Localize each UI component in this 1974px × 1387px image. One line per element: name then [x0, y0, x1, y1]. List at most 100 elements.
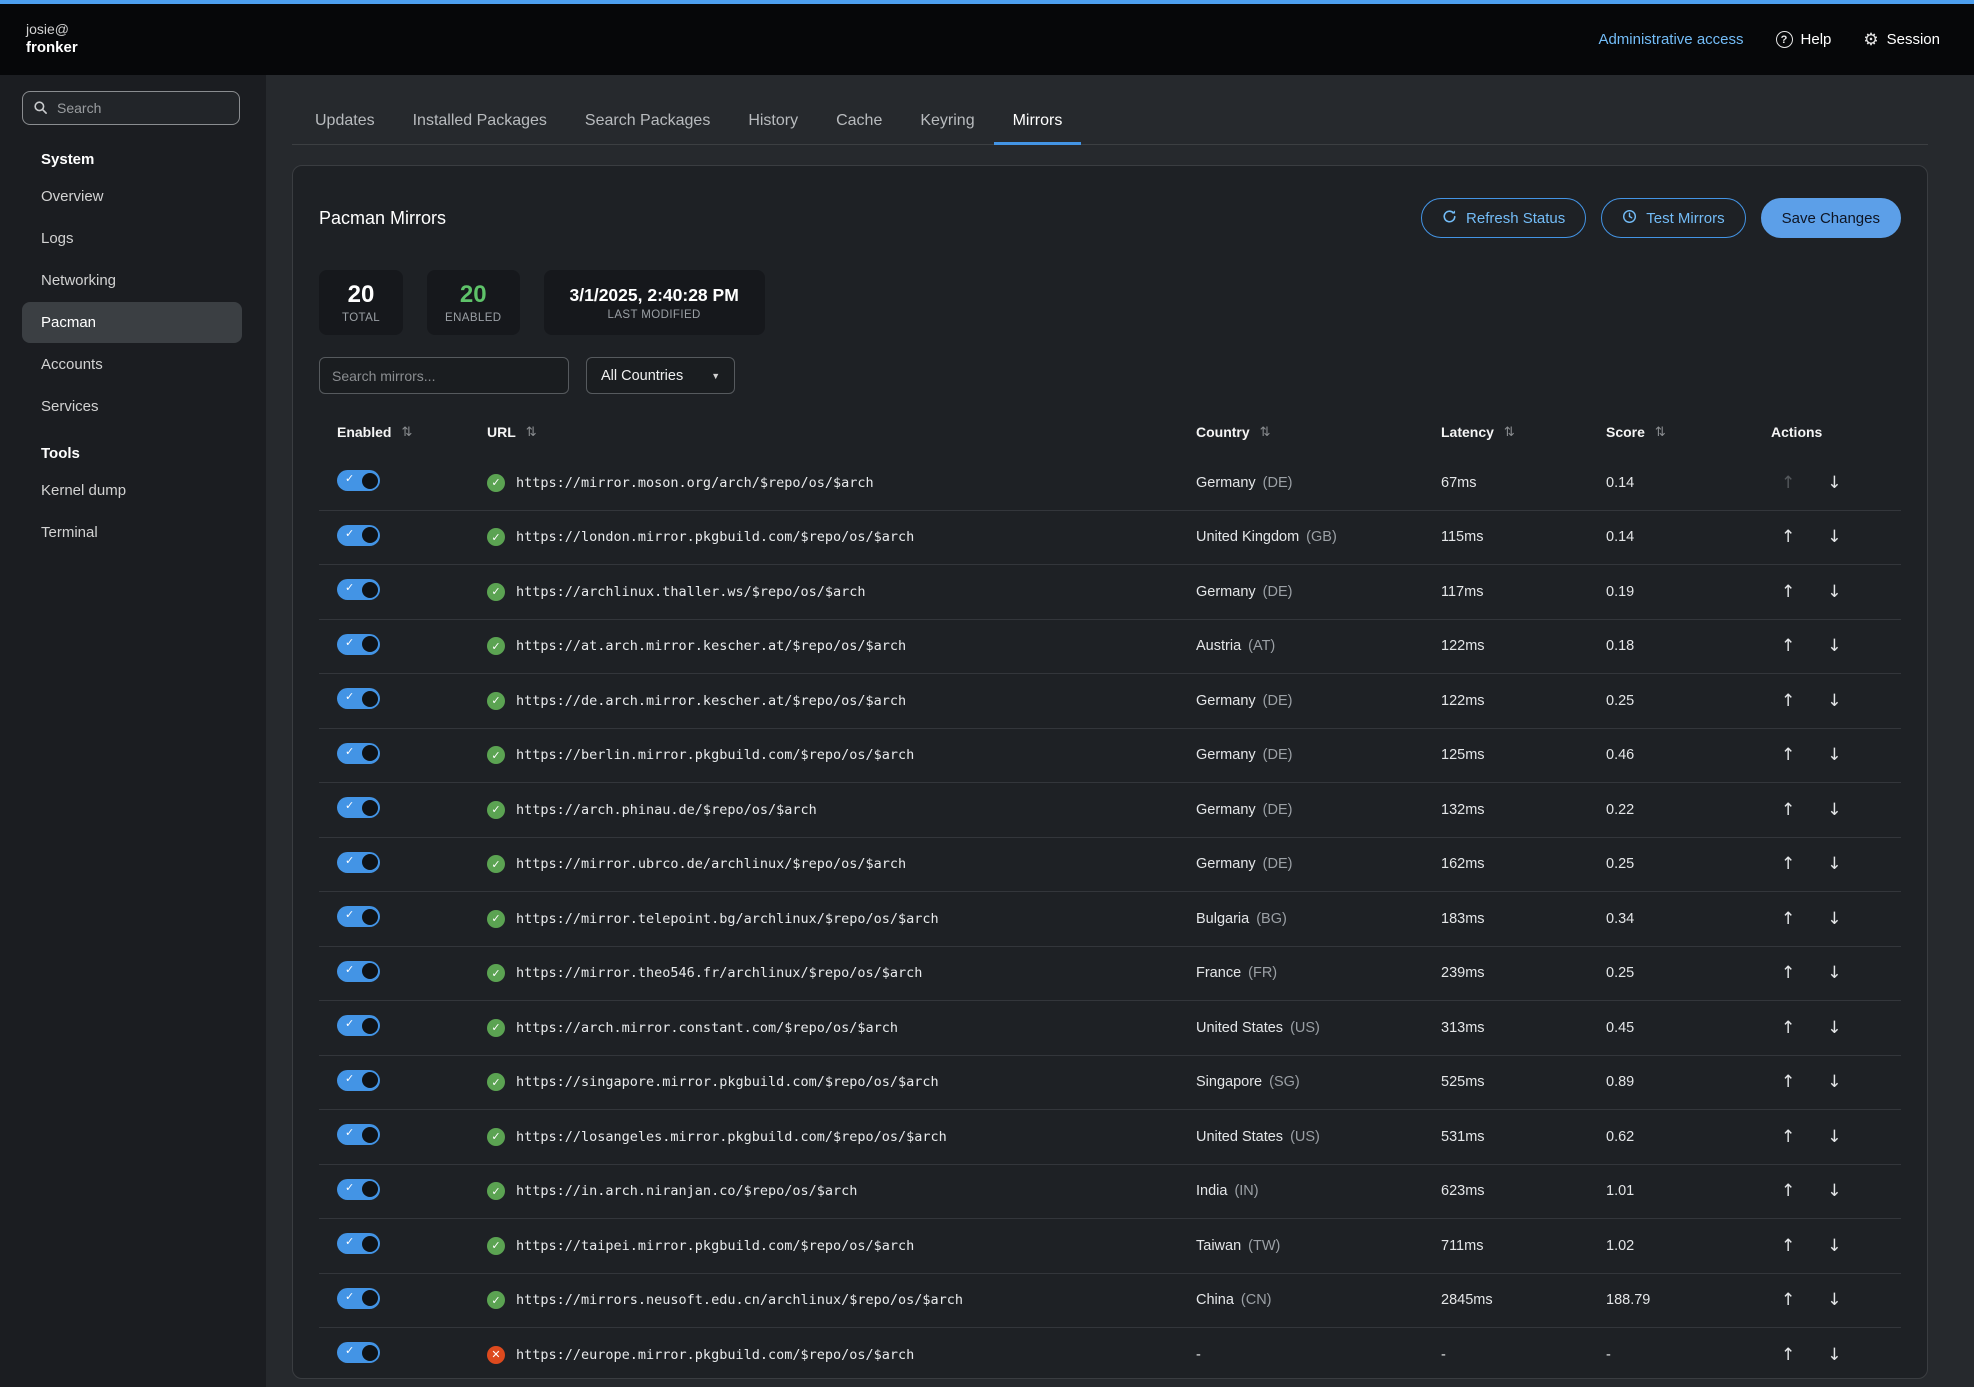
check-circle-icon: ✓: [487, 855, 505, 873]
enabled-toggle[interactable]: ✓: [337, 797, 380, 818]
move-down-button[interactable]: ↓: [1823, 907, 1845, 931]
country-filter-value: All Countries: [601, 368, 683, 384]
mirror-url: https://mirror.moson.org/arch/$repo/os/$…: [516, 475, 874, 491]
sidebar-item-accounts[interactable]: Accounts: [22, 344, 242, 385]
move-up-button[interactable]: ↑: [1777, 1016, 1799, 1040]
move-up-button[interactable]: ↑: [1777, 798, 1799, 822]
move-up-button[interactable]: ↑: [1777, 1179, 1799, 1203]
move-down-button[interactable]: ↓: [1823, 1179, 1845, 1203]
move-up-button[interactable]: ↑: [1777, 1125, 1799, 1149]
administrative-access-button[interactable]: Administrative access: [1598, 31, 1743, 48]
enabled-toggle[interactable]: ✓: [337, 525, 380, 546]
switch-check-icon: ✓: [345, 529, 354, 540]
enabled-toggle[interactable]: ✓: [337, 1233, 380, 1254]
move-down-button[interactable]: ↓: [1823, 1288, 1845, 1312]
enabled-toggle[interactable]: ✓: [337, 688, 380, 709]
enabled-toggle[interactable]: ✓: [337, 906, 380, 927]
table-header: Enabled⇅URL⇅Country⇅Latency⇅Score⇅Action…: [319, 414, 1901, 456]
sort-icon[interactable]: ⇅: [526, 424, 537, 440]
move-down-button[interactable]: ↓: [1823, 798, 1845, 822]
move-up-button[interactable]: ↑: [1777, 1343, 1799, 1367]
help-menu[interactable]: ? Help: [1776, 31, 1832, 48]
move-down-button[interactable]: ↓: [1823, 743, 1845, 767]
move-up-button[interactable]: ↑: [1777, 1288, 1799, 1312]
move-down-button[interactable]: ↓: [1823, 961, 1845, 985]
tab-mirrors[interactable]: Mirrors: [994, 99, 1082, 144]
move-down-button[interactable]: ↓: [1823, 852, 1845, 876]
move-up-button[interactable]: ↑: [1777, 1070, 1799, 1094]
move-down-button[interactable]: ↓: [1823, 1234, 1845, 1258]
move-up-button[interactable]: ↑: [1777, 580, 1799, 604]
column-header-enabled[interactable]: Enabled⇅: [337, 424, 487, 440]
switch-knob: [362, 909, 378, 925]
move-up-button[interactable]: ↑: [1777, 634, 1799, 658]
sidebar-item-overview[interactable]: Overview: [22, 176, 242, 217]
move-down-button[interactable]: ↓: [1823, 525, 1845, 549]
enabled-toggle[interactable]: ✓: [337, 852, 380, 873]
latency-value: 313ms: [1441, 1020, 1606, 1036]
move-down-button[interactable]: ↓: [1823, 1016, 1845, 1040]
move-up-button[interactable]: ↑: [1777, 525, 1799, 549]
enabled-toggle[interactable]: ✓: [337, 634, 380, 655]
sidebar-item-kernel-dump[interactable]: Kernel dump: [22, 470, 242, 511]
country-filter-select[interactable]: All Countries ▼: [586, 357, 735, 394]
test-mirrors-button[interactable]: Test Mirrors: [1601, 198, 1745, 238]
sidebar-item-logs[interactable]: Logs: [22, 218, 242, 259]
move-down-button[interactable]: ↓: [1823, 689, 1845, 713]
enabled-toggle[interactable]: ✓: [337, 961, 380, 982]
enabled-toggle[interactable]: ✓: [337, 1015, 380, 1036]
mirror-url: https://losangeles.mirror.pkgbuild.com/$…: [516, 1129, 947, 1145]
tab-search-packages[interactable]: Search Packages: [566, 99, 729, 144]
sidebar-item-terminal[interactable]: Terminal: [22, 512, 242, 553]
switch-knob: [362, 636, 378, 652]
enabled-toggle[interactable]: ✓: [337, 1288, 380, 1309]
sidebar-item-networking[interactable]: Networking: [22, 260, 242, 301]
sort-icon[interactable]: ⇅: [1655, 424, 1666, 440]
tab-installed-packages[interactable]: Installed Packages: [394, 99, 566, 144]
sort-icon[interactable]: ⇅: [1260, 424, 1271, 440]
sort-icon[interactable]: ⇅: [401, 424, 412, 440]
enabled-toggle[interactable]: ✓: [337, 1342, 380, 1363]
enabled-toggle[interactable]: ✓: [337, 1070, 380, 1091]
refresh-status-button[interactable]: Refresh Status: [1421, 198, 1586, 238]
sidebar-search-input[interactable]: [22, 91, 240, 125]
session-label: Session: [1887, 31, 1940, 48]
move-down-button[interactable]: ↓: [1823, 1070, 1845, 1094]
move-up-button[interactable]: ↑: [1777, 1234, 1799, 1258]
tab-keyring[interactable]: Keyring: [901, 99, 993, 144]
mirror-search-input[interactable]: [319, 357, 569, 394]
session-menu[interactable]: ⚙ Session: [1863, 30, 1940, 50]
move-down-button[interactable]: ↓: [1823, 471, 1845, 495]
sidebar-item-pacman[interactable]: Pacman: [22, 302, 242, 343]
move-down-button[interactable]: ↓: [1823, 634, 1845, 658]
column-header-latency[interactable]: Latency⇅: [1441, 424, 1606, 440]
mirror-url: https://singapore.mirror.pkgbuild.com/$r…: [516, 1074, 939, 1090]
move-down-button[interactable]: ↓: [1823, 580, 1845, 604]
save-changes-button[interactable]: Save Changes: [1761, 198, 1901, 238]
column-header-score[interactable]: Score⇅: [1606, 424, 1771, 440]
stat-total-value: 20: [348, 281, 375, 309]
move-up-button[interactable]: ↑: [1777, 689, 1799, 713]
check-circle-icon: ✓: [487, 801, 505, 819]
mirror-url: https://at.arch.mirror.kescher.at/$repo/…: [516, 638, 906, 654]
enabled-toggle[interactable]: ✓: [337, 470, 380, 491]
sidebar-item-services[interactable]: Services: [22, 386, 242, 427]
enabled-toggle[interactable]: ✓: [337, 743, 380, 764]
move-up-button[interactable]: ↑: [1777, 907, 1799, 931]
sort-icon[interactable]: ⇅: [1504, 424, 1515, 440]
move-down-button[interactable]: ↓: [1823, 1343, 1845, 1367]
enabled-toggle[interactable]: ✓: [337, 579, 380, 600]
move-up-button[interactable]: ↑: [1777, 852, 1799, 876]
column-header-country[interactable]: Country⇅: [1196, 424, 1441, 440]
stat-enabled: 20 ENABLED: [427, 270, 520, 335]
tab-history[interactable]: History: [729, 99, 817, 144]
tab-cache[interactable]: Cache: [817, 99, 901, 144]
enabled-toggle[interactable]: ✓: [337, 1124, 380, 1145]
tab-updates[interactable]: Updates: [296, 99, 394, 144]
search-icon: [33, 100, 48, 120]
move-up-button[interactable]: ↑: [1777, 743, 1799, 767]
move-up-button[interactable]: ↑: [1777, 961, 1799, 985]
column-header-url[interactable]: URL⇅: [487, 424, 1196, 440]
enabled-toggle[interactable]: ✓: [337, 1179, 380, 1200]
move-down-button[interactable]: ↓: [1823, 1125, 1845, 1149]
